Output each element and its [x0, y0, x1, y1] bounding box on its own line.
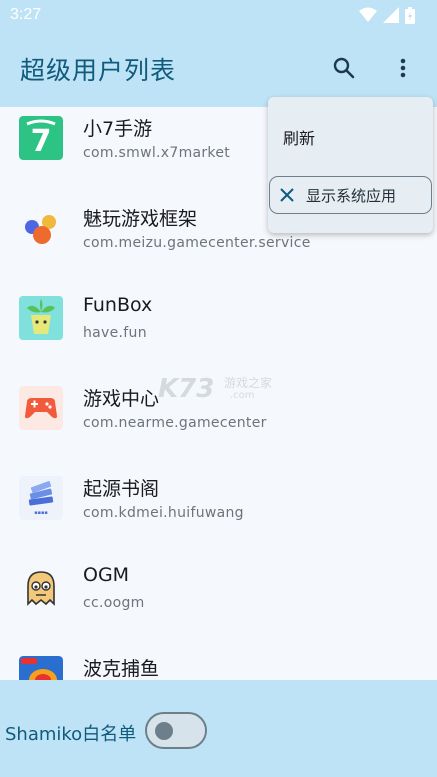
- svg-text:▪▪▪▪: ▪▪▪▪: [34, 510, 48, 516]
- list-item[interactable]: FunBox have.fun: [0, 287, 437, 377]
- close-icon: [280, 188, 294, 202]
- battery-icon: [405, 6, 415, 24]
- app-name: OGM: [83, 564, 130, 586]
- wifi-icon: [359, 7, 377, 22]
- list-item[interactable]: OGM cc.oogm: [0, 557, 437, 647]
- app-package: com.meizu.gamecenter.service: [83, 235, 311, 251]
- app-package: com.smwl.x7market: [83, 145, 231, 161]
- shamiko-whitelist-label: Shamiko白名单: [5, 724, 137, 745]
- app-bar: 超级用户列表: [0, 30, 437, 107]
- bottom-bar: Shamiko白名单: [0, 680, 437, 777]
- list-item[interactable]: ▪▪▪▪ 起源书阁 com.kdmei.huifuwang: [0, 467, 437, 557]
- app-package: com.kdmei.huifuwang: [83, 505, 244, 521]
- signal-icon: [383, 7, 399, 23]
- status-bar: 3:27: [0, 0, 437, 30]
- app-name: FunBox: [83, 294, 153, 316]
- more-vert-icon: [400, 58, 406, 78]
- menu-item-refresh[interactable]: 刷新: [283, 125, 315, 149]
- app-name: 波克捕鱼: [83, 658, 160, 680]
- x7-icon: 7: [19, 116, 63, 160]
- app-name: 小7手游: [83, 118, 153, 140]
- show-system-apps-chip[interactable]: 显示系统应用: [269, 176, 432, 214]
- status-icons: [359, 6, 415, 24]
- books-icon: ▪▪▪▪: [19, 476, 63, 520]
- fishing-icon: [19, 656, 63, 680]
- app-name: 起源书阁: [83, 478, 160, 500]
- list-item[interactable]: 游戏中心 com.nearme.gamecenter: [0, 377, 437, 467]
- shamiko-whitelist-toggle[interactable]: [145, 712, 207, 749]
- ogm-icon: [19, 566, 63, 610]
- app-package: have.fun: [83, 325, 147, 341]
- status-time: 3:27: [10, 6, 42, 23]
- app-name: 魅玩游戏框架: [83, 208, 198, 230]
- more-options-button[interactable]: [381, 46, 425, 90]
- toggle-knob: [155, 722, 173, 740]
- meizu-icon: [19, 206, 63, 250]
- page-title: 超级用户列表: [20, 55, 177, 85]
- svg-text:7: 7: [31, 124, 52, 159]
- search-icon: [333, 57, 355, 79]
- search-button[interactable]: [322, 46, 366, 90]
- app-package: cc.oogm: [83, 595, 145, 611]
- gamecenter-icon: [19, 386, 63, 430]
- app-package: com.nearme.gamecenter: [83, 415, 267, 431]
- overflow-menu: 刷新 显示系统应用: [268, 97, 433, 233]
- list-item[interactable]: 波克捕鱼: [0, 647, 437, 680]
- app-name: 游戏中心: [83, 388, 160, 410]
- show-system-apps-label: 显示系统应用: [306, 186, 397, 205]
- funbox-icon: [19, 296, 63, 340]
